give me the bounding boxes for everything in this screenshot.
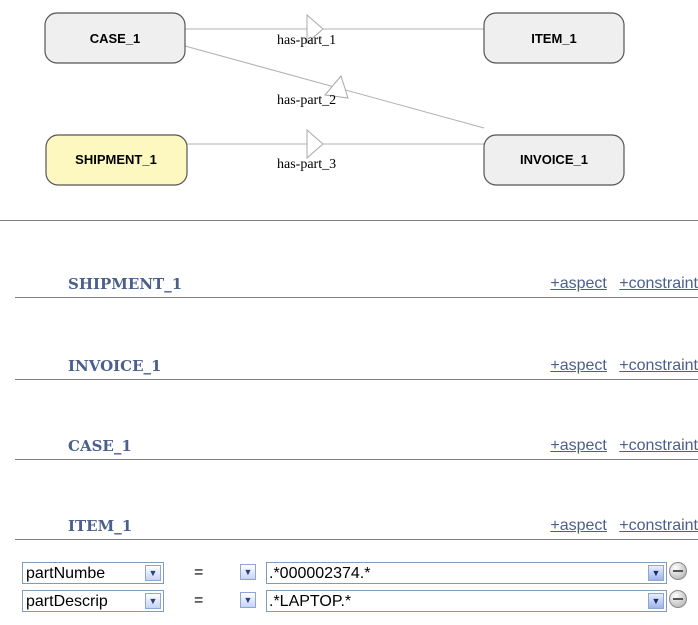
- entity-row-shipment: SHIPMENT_1 +aspect +constraint: [15, 270, 698, 298]
- entity-row-invoice: INVOICE_1 +aspect +constraint: [15, 352, 698, 380]
- add-constraint-link[interactable]: +constraint: [619, 437, 698, 454]
- value-combobox[interactable]: .*LAPTOP.* ▼: [266, 590, 667, 612]
- chevron-down-icon[interactable]: ▼: [240, 592, 256, 608]
- value-text: .*000002374.*: [269, 565, 371, 582]
- edge-label: has-part_3: [277, 157, 336, 172]
- remove-icon[interactable]: [669, 590, 687, 608]
- entity-title: SHIPMENT_1: [68, 275, 183, 293]
- add-aspect-link[interactable]: +aspect: [550, 517, 606, 534]
- edge-label: has-part_1: [277, 33, 336, 48]
- entity-title: CASE_1: [68, 437, 132, 455]
- value-combobox[interactable]: .*000002374.* ▼: [266, 562, 667, 584]
- node-item[interactable]: ITEM_1: [483, 12, 625, 64]
- node-shipment[interactable]: SHIPMENT_1: [45, 134, 188, 186]
- edge-has-part-1[interactable]: has-part_1: [185, 13, 484, 48]
- chevron-down-icon[interactable]: ▼: [145, 565, 161, 581]
- edge-label: has-part_2: [277, 93, 336, 108]
- operator-value: =: [194, 564, 204, 581]
- node-invoice[interactable]: INVOICE_1: [483, 134, 625, 186]
- field-select[interactable]: partDescrip ▼: [22, 590, 164, 612]
- relationship-diagram: has-part_1 has-part_2 has-part_3 CASE_1 …: [44, 12, 625, 186]
- node-label: INVOICE_1: [520, 152, 588, 167]
- value-text: .*LAPTOP.*: [269, 593, 352, 610]
- node-label: ITEM_1: [531, 31, 577, 46]
- entity-row-item: ITEM_1 +aspect +constraint: [15, 512, 698, 540]
- chevron-down-icon[interactable]: ▼: [648, 565, 664, 581]
- node-label: CASE_1: [90, 31, 141, 46]
- row-divider: [15, 379, 698, 380]
- field-value: partDescrip: [26, 593, 108, 610]
- row-divider: [15, 297, 698, 298]
- remove-icon[interactable]: [669, 562, 687, 580]
- add-constraint-link[interactable]: +constraint: [619, 275, 698, 292]
- operator-select[interactable]: = ▼: [167, 590, 258, 612]
- field-select[interactable]: partNumbe ▼: [22, 562, 164, 584]
- entity-row-case: CASE_1 +aspect +constraint: [15, 432, 698, 460]
- add-constraint-link[interactable]: +constraint: [619, 357, 698, 374]
- edge-has-part-3[interactable]: has-part_3: [187, 128, 484, 172]
- entity-title: INVOICE_1: [68, 357, 162, 375]
- add-aspect-link[interactable]: +aspect: [550, 437, 606, 454]
- edge-has-part-2[interactable]: has-part_2: [184, 45, 485, 129]
- node-case[interactable]: CASE_1: [44, 12, 186, 64]
- operator-select[interactable]: = ▼: [167, 562, 258, 584]
- row-divider: [15, 539, 698, 540]
- arrow-right-icon: [306, 128, 324, 160]
- node-label: SHIPMENT_1: [75, 152, 157, 167]
- entity-title: ITEM_1: [68, 517, 133, 535]
- chevron-down-icon[interactable]: ▼: [648, 593, 664, 609]
- add-aspect-link[interactable]: +aspect: [550, 357, 606, 374]
- chevron-down-icon[interactable]: ▼: [240, 564, 256, 580]
- row-divider: [15, 459, 698, 460]
- operator-value: =: [194, 592, 204, 609]
- chevron-down-icon[interactable]: ▼: [145, 593, 161, 609]
- section-divider: [0, 220, 698, 221]
- add-constraint-link[interactable]: +constraint: [619, 517, 698, 534]
- add-aspect-link[interactable]: +aspect: [550, 275, 606, 292]
- field-value: partNumbe: [26, 565, 106, 582]
